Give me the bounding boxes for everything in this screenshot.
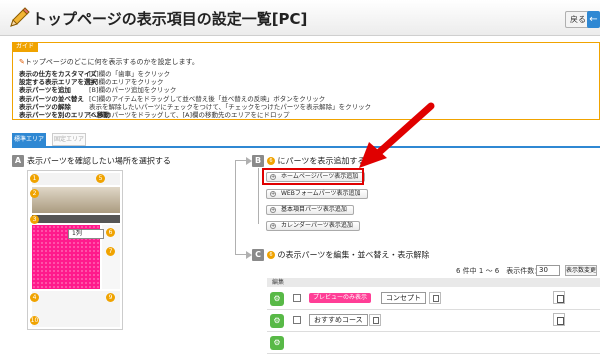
add-webform-part-button[interactable]: + WEBフォームパーツ表示追加 bbox=[266, 189, 368, 199]
guide-row-value: [B]欄のパーツ追加をクリック bbox=[89, 86, 177, 95]
guide-row: 表示の仕方をカスタマイズ[C]欄の「歯車」をクリック bbox=[19, 70, 589, 78]
plus-icon: + bbox=[270, 191, 276, 197]
table-row[interactable]: ⚙ bbox=[267, 332, 600, 354]
guide-intro: ✎トップページのどこに何を表示するのかを設定します。 bbox=[19, 57, 199, 67]
section-c-title: の表示パーツを編集・並べ替え・表示解除 bbox=[277, 250, 430, 260]
add-button-label: カレンダーパーツ表示追加 bbox=[281, 222, 353, 229]
gear-icon[interactable]: ⚙ bbox=[270, 314, 284, 328]
section-a-heading: A 表示パーツを確認したい場所を選択する bbox=[12, 155, 171, 167]
section-a-title: 表示パーツを確認したい場所を選択する bbox=[27, 156, 171, 166]
pager-text: 6 件中 1 ～ 6 表示件数： bbox=[456, 267, 542, 275]
guide-row: 表示パーツの並べ替え [C]欄のアイテムをドラッグして並べ替え後「並べ替えの反映」… bbox=[19, 95, 589, 103]
area-number: 2 bbox=[30, 189, 39, 198]
table-row[interactable]: ⚙ おすすめコース bbox=[267, 310, 600, 332]
guide-row: 表示パーツの解除 表示を解除したいパーツにチェックをつけて、「チェックをつけたパー… bbox=[19, 103, 589, 111]
page-header: トップページの表示項目の設定一覧[PC] 戻る ← bbox=[0, 0, 600, 36]
guide-row-key: 表示パーツを別のエリアへ移動 bbox=[19, 110, 110, 119]
highlight-box bbox=[262, 168, 364, 185]
tab-underline bbox=[12, 146, 600, 148]
guide-row-key: 表示パーツを追加 bbox=[19, 86, 71, 95]
page-title: トップページの表示項目の設定一覧[PC] bbox=[32, 10, 308, 28]
table-header: 編集 bbox=[267, 278, 600, 287]
area-number-dot: 6 bbox=[267, 251, 275, 259]
guide-tab: ガイド bbox=[12, 42, 39, 52]
preview-area-header[interactable] bbox=[32, 173, 120, 185]
guide-row-value: [A]欄のエリアをクリック bbox=[89, 78, 164, 87]
area-number: 9 bbox=[106, 293, 115, 302]
arrow-left-icon[interactable]: ← bbox=[587, 11, 600, 28]
add-button-label: 基本項目パーツ表示追加 bbox=[281, 206, 347, 213]
row-checkbox[interactable] bbox=[293, 294, 301, 302]
section-b-badge: B bbox=[252, 155, 264, 167]
guide-row-value: 表示を解除したいパーツにチェックをつけて、「チェックをつけたパーツを表示解除」を… bbox=[89, 102, 372, 111]
area-number: 7 bbox=[106, 247, 115, 256]
structure-icon[interactable] bbox=[369, 314, 381, 326]
tab-standard-area[interactable]: 標準エリア bbox=[12, 133, 46, 146]
add-calendar-part-button[interactable]: + カレンダーパーツ表示追加 bbox=[266, 221, 360, 231]
preview-area-image[interactable] bbox=[32, 187, 120, 213]
guide-row-key: 設定する表示エリアを選択 bbox=[19, 78, 97, 87]
section-c-heading: C6 の表示パーツを編集・並べ替え・表示解除 bbox=[252, 249, 429, 261]
guide-row-value: [C]欄のパーツをドラッグして、[A]欄の移動先のエリアをにドロップ bbox=[89, 110, 290, 119]
section-a-badge: A bbox=[12, 155, 24, 167]
preview-only-badge: プレビューのみ表示 bbox=[309, 293, 372, 303]
change-count-button[interactable]: 表示数変更 bbox=[565, 265, 597, 276]
gear-icon[interactable]: ⚙ bbox=[270, 336, 284, 350]
guide-row-key: 表示パーツの解除 bbox=[19, 102, 71, 111]
structure-icon[interactable] bbox=[429, 292, 441, 304]
tab-fixed-area[interactable]: 固定エリア bbox=[52, 133, 86, 146]
guide-row-value: [C]欄のアイテムをドラッグして並べ替え後「並べ替えの反映」ボタンをクリック bbox=[89, 94, 326, 103]
copy-icon[interactable] bbox=[553, 313, 565, 326]
section-b-heading: B6 にパーツを表示追加する bbox=[252, 155, 365, 167]
preview-area-nav[interactable] bbox=[32, 215, 120, 223]
part-name[interactable]: おすすめコース bbox=[309, 314, 368, 326]
guide-intro-text: トップページのどこに何を表示するのかを設定します。 bbox=[24, 58, 199, 66]
table-row[interactable]: ⚙ プレビューのみ表示 コンセプト bbox=[267, 288, 600, 310]
layout-preview[interactable]: 1列 1 5 2 3 6 7 4 10 9 bbox=[27, 170, 123, 330]
add-basic-part-button[interactable]: + 基本項目パーツ表示追加 bbox=[266, 205, 354, 215]
guide-row: 表示パーツを別のエリアへ移動[C]欄のパーツをドラッグして、[A]欄の移動先のエ… bbox=[19, 111, 589, 119]
guide-row-value: [C]欄の「歯車」をクリック bbox=[89, 70, 171, 78]
gear-icon[interactable]: ⚙ bbox=[270, 292, 284, 306]
guide-rows: 表示の仕方をカスタマイズ[C]欄の「歯車」をクリック 設定する表示エリアを選択[… bbox=[19, 70, 589, 119]
section-b-title: にパーツを表示追加する bbox=[277, 156, 366, 166]
area-number: 6 bbox=[106, 228, 115, 237]
section-c-badge: C bbox=[252, 249, 264, 261]
area-number-dot: 6 bbox=[267, 157, 275, 165]
connector-line bbox=[258, 168, 259, 224]
guide-panel: ガイド ✎トップページのどこに何を表示するのかを設定します。 表示の仕方をカスタ… bbox=[12, 42, 600, 120]
plus-icon: + bbox=[270, 207, 276, 213]
row-checkbox[interactable] bbox=[293, 316, 301, 324]
part-name[interactable]: コンセプト bbox=[381, 292, 426, 304]
plus-icon: + bbox=[270, 223, 276, 229]
column-select[interactable]: 1列 bbox=[68, 229, 104, 239]
count-select[interactable]: 30 bbox=[536, 265, 560, 276]
copy-icon[interactable] bbox=[553, 291, 565, 304]
red-arrow-icon bbox=[359, 102, 435, 168]
guide-row: 表示パーツを追加 [B]欄のパーツ追加をクリック bbox=[19, 86, 589, 94]
area-number: 10 bbox=[30, 316, 39, 325]
connector-line bbox=[235, 160, 236, 255]
area-number: 4 bbox=[30, 293, 39, 302]
guide-row-key: 表示の仕方をカスタマイズ bbox=[19, 70, 97, 78]
area-number: 1 bbox=[30, 174, 39, 183]
area-number: 3 bbox=[30, 215, 39, 224]
add-button-label: WEBフォームパーツ表示追加 bbox=[281, 190, 361, 197]
table-header-edit: 編集 bbox=[272, 279, 285, 286]
pencil-icon bbox=[10, 7, 30, 27]
area-number: 5 bbox=[96, 174, 105, 183]
guide-row-key: 表示パーツの並べ替え bbox=[19, 94, 84, 103]
